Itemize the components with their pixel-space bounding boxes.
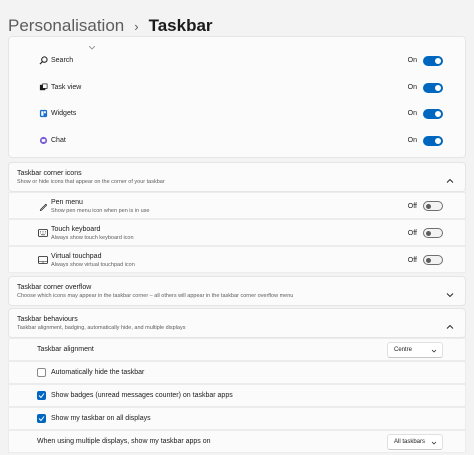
toggle-state-text: Off [407,203,417,210]
corner-overflow-header[interactable]: Taskbar corner overflow Choose which ico… [8,276,466,306]
breadcrumb-personalisation[interactable]: Personalisation [8,16,124,36]
taskbar-items-card: Search On Task view On Widgets On Chat O… [8,36,466,158]
taskbar-alignment-row: Taskbar alignment Centre [8,338,466,361]
chevron-up-icon [445,173,455,183]
toggle-state-text: On [407,84,417,91]
page-title: Taskbar [148,16,213,35]
chevron-down-icon [445,287,455,298]
taskbar-item-label: Search [51,57,74,64]
taskbar-alignment-dropdown[interactable]: Centre [387,342,443,358]
keyboard-icon [37,227,49,239]
touchpad-icon [37,254,49,266]
search-toggle[interactable] [423,55,443,66]
checkmark-icon [38,393,45,399]
section-subtitle: Choose which icons may appear in the tas… [17,293,294,299]
multi-display-dropdown[interactable]: All taskbars [387,434,443,450]
chevron-up-icon [445,319,455,329]
all-displays-checkbox[interactable] [37,414,46,423]
widgets-icon [37,108,49,120]
corner-icon-pen-menu: Pen menu Show pen menu icon when pen is … [8,192,466,219]
search-icon [37,55,49,67]
toggle-state-text: On [407,110,417,117]
taskbar-item-search: Search On [9,47,465,74]
taskbar-item-widgets: Widgets On [9,100,465,127]
task-view-toggle[interactable] [423,82,443,93]
taskbar-alignment-label: Taskbar alignment [37,346,94,353]
section-title: Taskbar corner icons [17,170,82,177]
multi-display-row: When using multiple displays, show my ta… [8,430,466,453]
dropdown-value: Centre [394,347,413,353]
corner-icon-label: Touch keyboard [51,226,101,233]
corner-icon-touch-keyboard: Touch keyboard Always show touch keyboar… [8,219,466,246]
auto-hide-checkbox[interactable] [37,368,46,377]
section-subtitle: Show or hide icons that appear on the co… [17,179,165,185]
toggle-state-text: Off [407,257,417,264]
behaviours-header[interactable]: Taskbar behaviours Taskbar alignment, ba… [8,308,466,338]
chevron-down-icon [431,349,437,353]
corner-icons-header[interactable]: Taskbar corner icons Show or hide icons … [8,162,466,192]
checkmark-icon [38,416,45,422]
settings-content[interactable]: Search On Task view On Widgets On Chat O… [8,36,466,455]
collapse-indicator-icon [88,37,96,50]
task-view-icon [37,82,49,94]
badges-checkbox[interactable] [37,391,46,400]
chevron-down-icon [431,441,437,445]
chat-toggle[interactable] [423,135,443,146]
toggle-state-text: On [407,137,417,144]
corner-icon-virtual-touchpad: Virtual touchpad Always show virtual tou… [8,246,466,273]
pen-icon [37,200,49,212]
section-subtitle: Taskbar alignment, badging, automaticall… [17,325,186,331]
corner-icon-description: Always show touch keyboard icon [51,235,134,241]
multi-display-label: When using multiple displays, show my ta… [37,438,211,445]
virtual-touchpad-toggle[interactable] [423,255,443,265]
touch-keyboard-toggle[interactable] [423,228,443,238]
taskbar-item-label: Widgets [51,110,77,117]
all-displays-label: Show my taskbar on all displays [51,415,151,422]
badges-row: Show badges (unread messages counter) on… [8,384,466,407]
corner-icon-description: Show pen menu icon when pen is in use [51,208,150,214]
all-displays-row: Show my taskbar on all displays [8,407,466,430]
breadcrumb-separator: › [134,18,139,34]
toggle-state-text: On [407,57,417,64]
badges-label: Show badges (unread messages counter) on… [51,392,233,399]
section-title: Taskbar corner overflow [17,284,92,291]
auto-hide-label: Automatically hide the taskbar [51,369,145,376]
corner-icon-label: Virtual touchpad [51,253,102,260]
chat-icon [37,135,49,147]
widgets-toggle[interactable] [423,108,443,119]
taskbar-item-chat: Chat On [9,127,465,154]
taskbar-item-label: Task view [51,84,82,91]
toggle-state-text: Off [407,230,417,237]
auto-hide-row: Automatically hide the taskbar [8,361,466,384]
corner-icon-label: Pen menu [51,199,83,206]
taskbar-item-label: Chat [51,137,66,144]
pen-menu-toggle[interactable] [423,201,443,211]
corner-icon-description: Always show virtual touchpad icon [51,262,135,268]
dropdown-value: All taskbars [394,439,426,445]
taskbar-item-task-view: Task view On [9,74,465,101]
section-title: Taskbar behaviours [17,316,78,323]
